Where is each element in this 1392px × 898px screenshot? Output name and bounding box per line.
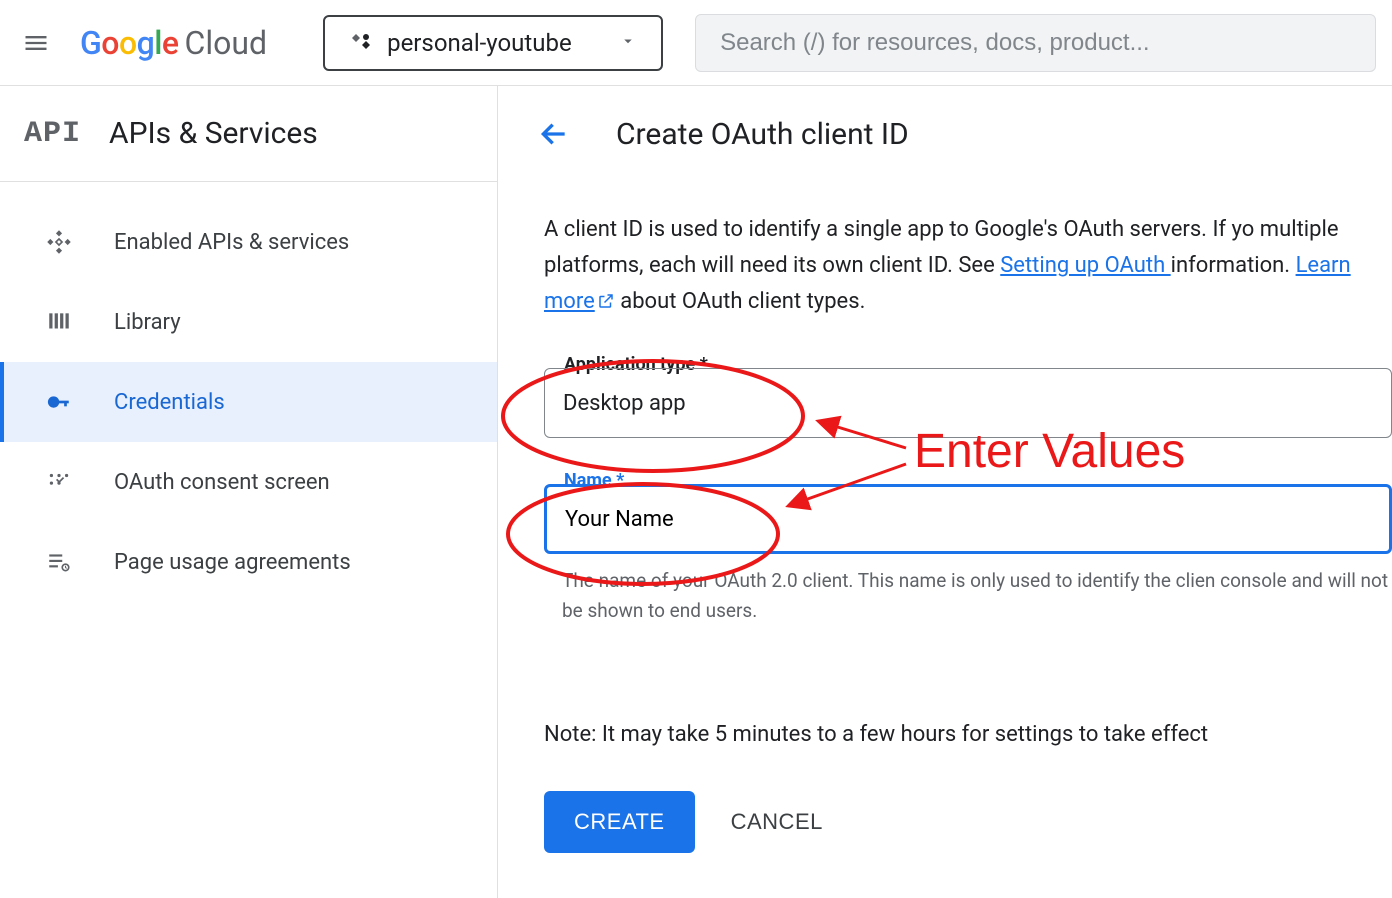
sidebar-nav: Enabled APIs & services Library Credenti… (0, 182, 497, 622)
nav-label: Enabled APIs & services (114, 230, 349, 255)
app-header: Google Cloud personal-youtube (0, 0, 1392, 86)
project-name: personal-youtube (387, 29, 605, 57)
consent-icon (44, 469, 74, 495)
back-button[interactable] (538, 118, 570, 150)
name-helper-text: The name of your OAuth 2.0 client. This … (544, 566, 1392, 626)
button-row: CREATE CANCEL (544, 791, 1392, 853)
main-header: Create OAuth client ID (498, 86, 1392, 182)
field-application-type: Application type * Desktop app (544, 368, 1392, 438)
sidebar-item-page-usage[interactable]: Page usage agreements (0, 522, 497, 602)
form-area: A client ID is used to identify a single… (498, 182, 1392, 853)
hamburger-menu[interactable] (12, 19, 60, 67)
key-icon (44, 389, 74, 415)
project-selector[interactable]: personal-youtube (323, 15, 663, 71)
create-button[interactable]: CREATE (544, 791, 695, 853)
nav-label: Page usage agreements (114, 550, 351, 575)
diamond-grid-icon (44, 229, 74, 255)
sidebar-item-oauth-consent[interactable]: OAuth consent screen (0, 442, 497, 522)
field-name: Name * The name of your OAuth 2.0 client… (544, 484, 1392, 626)
sidebar-item-library[interactable]: Library (0, 282, 497, 362)
sidebar-title: APIs & Services (109, 116, 318, 151)
content: API APIs & Services Enabled APIs & servi… (0, 86, 1392, 898)
name-input[interactable] (565, 507, 1371, 532)
gcp-logo[interactable]: Google Cloud (80, 24, 267, 62)
logo-cloud-word: Cloud (185, 24, 268, 62)
chevron-down-icon (619, 32, 637, 54)
sidebar-item-enabled-apis[interactable]: Enabled APIs & services (0, 202, 497, 282)
search-box[interactable] (695, 14, 1376, 72)
sidebar: API APIs & Services Enabled APIs & servi… (0, 86, 498, 898)
library-icon (44, 309, 74, 335)
nav-label: OAuth consent screen (114, 470, 330, 495)
sidebar-header: API APIs & Services (0, 86, 497, 182)
agreement-icon (44, 549, 74, 575)
link-setting-up-oauth[interactable]: Setting up OAuth (1000, 253, 1170, 278)
name-input-wrapper (544, 484, 1392, 554)
application-type-select[interactable]: Desktop app (544, 368, 1392, 438)
arrow-left-icon (538, 118, 570, 150)
sidebar-item-credentials[interactable]: Credentials (0, 362, 497, 442)
logo-google-word: Google (80, 24, 179, 62)
application-type-value: Desktop app (563, 391, 686, 416)
description-text: A client ID is used to identify a single… (544, 212, 1392, 322)
note-text: Note: It may take 5 minutes to a few hou… (544, 722, 1392, 747)
cancel-button[interactable]: CANCEL (731, 809, 823, 835)
external-link-icon (597, 286, 615, 322)
nav-label: Library (114, 310, 181, 335)
nav-label: Credentials (114, 390, 225, 415)
page-title: Create OAuth client ID (616, 117, 909, 152)
search-input[interactable] (720, 29, 1351, 57)
main-content: Create OAuth client ID A client ID is us… (498, 86, 1392, 898)
project-icon (349, 31, 373, 55)
api-badge-icon: API (24, 117, 81, 151)
search-container (695, 14, 1376, 72)
hamburger-icon (22, 29, 50, 57)
